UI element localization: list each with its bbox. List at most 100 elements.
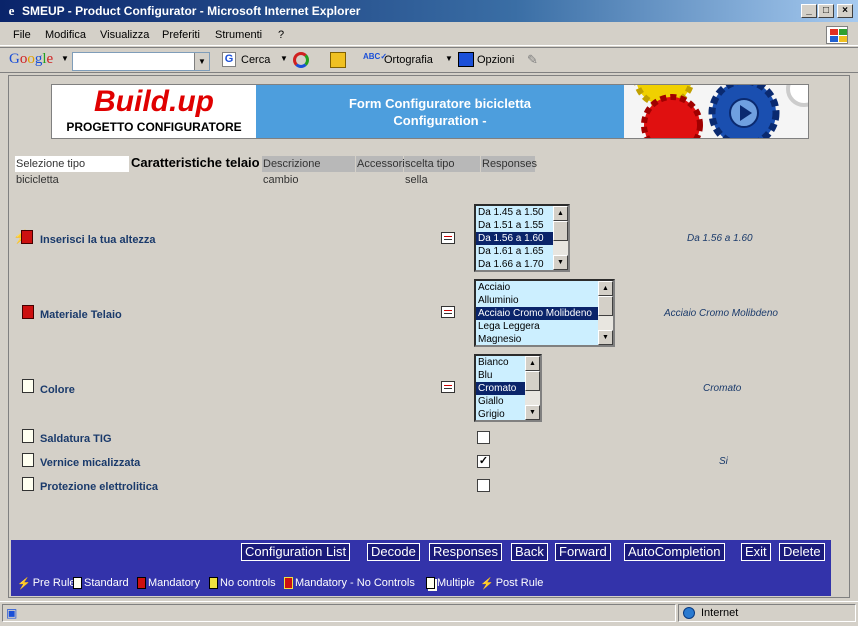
- mandatory-icon: [137, 577, 146, 590]
- legend-pre-rule: ⚡ Pre Rule: [17, 577, 76, 591]
- popup-blocker-icon[interactable]: [330, 52, 346, 68]
- menu-file[interactable]: File: [13, 29, 31, 41]
- standard-icon: [22, 379, 34, 393]
- google-menu-arrow-icon[interactable]: ▼: [61, 54, 69, 63]
- close-button[interactable]: ×: [837, 4, 853, 18]
- buildup-logo: Build.up PROGETTO CONFIGURATORE: [52, 85, 256, 138]
- list-option[interactable]: Magnesio: [476, 333, 613, 345]
- autocompletion-button[interactable]: AutoCompletion: [624, 543, 725, 561]
- search-dropdown-icon[interactable]: ▼: [194, 53, 209, 70]
- selection-list-icon[interactable]: [441, 306, 455, 318]
- list-option-selected[interactable]: Acciaio Cromo Molibdeno: [476, 307, 613, 320]
- ortografia-dropdown-icon[interactable]: ▼: [445, 54, 453, 63]
- altezza-listbox[interactable]: Da 1.45 a 1.50 Da 1.51 a 1.55 Da 1.56 a …: [474, 204, 570, 272]
- scroll-down-icon[interactable]: ▼: [553, 255, 568, 270]
- status-text-panel: ▣: [2, 604, 676, 622]
- no-controls-icon: [209, 577, 218, 590]
- menu-visualizza[interactable]: Visualizza: [100, 29, 149, 41]
- value-vernice: Si: [719, 456, 728, 467]
- field-label-colore: Colore: [40, 384, 75, 396]
- altezza-scrollbar[interactable]: ▲ ▼: [553, 206, 568, 270]
- tab-scelta-tipo-sella[interactable]: scelta tipo sella: [404, 156, 480, 186]
- legend-mandatory-no-controls: Mandatory - No Controls: [284, 577, 415, 590]
- exit-button[interactable]: Exit: [741, 543, 771, 561]
- list-option[interactable]: Acciaio: [476, 281, 613, 294]
- legend-no-controls: No controls: [209, 577, 276, 590]
- scroll-up-icon[interactable]: ▲: [553, 206, 568, 221]
- scroll-down-icon[interactable]: ▼: [525, 405, 540, 420]
- minimize-button[interactable]: _: [801, 4, 817, 18]
- gears-image: [624, 85, 808, 138]
- legend-post-rule: ⚡ Post Rule: [480, 577, 543, 591]
- tab-responses[interactable]: Responses: [481, 156, 537, 172]
- window-title: SMEUP - Product Configurator - Microsoft…: [22, 4, 361, 18]
- field-label-saldatura: Saldatura TIG: [40, 433, 112, 445]
- tab-selezione-tipo-bicicletta[interactable]: Selezione tipo bicicletta: [15, 156, 129, 186]
- scroll-up-icon[interactable]: ▲: [525, 356, 540, 371]
- windows-logo-icon: [826, 26, 848, 44]
- value-materiale: Acciaio Cromo Molibdeno: [664, 308, 778, 319]
- pagerank-icon[interactable]: [293, 52, 309, 68]
- colore-scrollbar[interactable]: ▲ ▼: [525, 356, 540, 420]
- banner-title-line1: Form Configuratore bicicletta: [348, 96, 532, 111]
- legend-label: Standard: [84, 577, 129, 589]
- tab-caratteristiche-telaio[interactable]: Caratteristiche telaio: [130, 155, 262, 171]
- globe-icon: [683, 607, 695, 619]
- legend-label: Mandatory: [148, 577, 200, 589]
- selection-list-icon[interactable]: [441, 381, 455, 393]
- google-search-icon[interactable]: G: [222, 52, 236, 67]
- google-search-input[interactable]: ▼: [72, 52, 210, 71]
- materiale-scrollbar[interactable]: ▲ ▼: [598, 281, 613, 345]
- logo-text: Build.up: [94, 85, 214, 118]
- scroll-thumb[interactable]: [525, 371, 540, 391]
- list-option[interactable]: Lega Leggera: [476, 320, 613, 333]
- configuration-list-button[interactable]: Configuration List: [241, 543, 351, 561]
- google-logo[interactable]: Google: [9, 51, 53, 68]
- protezione-checkbox[interactable]: [477, 479, 490, 492]
- highlight-pen-icon[interactable]: ✎: [527, 52, 538, 68]
- menu-modifica[interactable]: Modifica: [45, 29, 86, 41]
- responses-button[interactable]: Responses: [429, 543, 503, 561]
- materiale-listbox[interactable]: Acciaio Alluminio Acciaio Cromo Molibden…: [474, 279, 615, 347]
- zone-panel: Internet: [678, 604, 856, 622]
- menu-preferiti[interactable]: Preferiti: [162, 29, 200, 41]
- status-bar: ▣ Internet: [0, 601, 858, 623]
- opzioni-button[interactable]: Opzioni: [477, 54, 514, 66]
- tab-accessori[interactable]: Accessori: [356, 156, 405, 172]
- saldatura-checkbox[interactable]: [477, 431, 490, 444]
- scroll-thumb[interactable]: [598, 296, 613, 316]
- maximize-button[interactable]: □: [818, 4, 834, 18]
- forward-button[interactable]: Forward: [555, 543, 611, 561]
- mandatory-icon: [21, 230, 33, 244]
- selection-list-icon[interactable]: [441, 232, 455, 244]
- colore-listbox[interactable]: Bianco Blu Cromato Giallo Grigio ▲ ▼: [474, 354, 542, 422]
- vernice-checkbox[interactable]: ✓: [477, 455, 490, 468]
- legend-mandatory: Mandatory: [137, 577, 200, 590]
- list-option[interactable]: Alluminio: [476, 294, 613, 307]
- standard-icon: [73, 577, 82, 590]
- menu-strumenti[interactable]: Strumenti: [215, 29, 262, 41]
- tab-descrizione-cambio[interactable]: Descrizione cambio: [262, 156, 355, 186]
- cerca-dropdown-icon[interactable]: ▼: [280, 54, 288, 63]
- pre-rule-icon: ⚡: [17, 578, 31, 591]
- back-button[interactable]: Back: [511, 543, 548, 561]
- cerca-button[interactable]: Cerca: [241, 54, 270, 66]
- decode-button[interactable]: Decode: [367, 543, 420, 561]
- delete-button[interactable]: Delete: [779, 543, 825, 561]
- google-toolbar: Google ▼ ▼ G Cerca ▼ ABC✓ Ortografia ▼ O…: [0, 47, 858, 73]
- page-icon: ▣: [6, 606, 18, 620]
- ortografia-button[interactable]: Ortografia: [384, 54, 433, 66]
- field-label-materiale: Materiale Telaio: [40, 309, 122, 321]
- scroll-up-icon[interactable]: ▲: [598, 281, 613, 296]
- action-footer: Configuration List Decode Responses Back…: [11, 540, 831, 596]
- menu-help[interactable]: ?: [278, 29, 284, 41]
- field-label-altezza: Inserisci la tua altezza: [40, 234, 156, 246]
- scroll-thumb[interactable]: [553, 221, 568, 241]
- post-rule-icon: ⚡: [480, 578, 494, 591]
- banner-title: Form Configuratore bicicletta Configurat…: [256, 85, 624, 138]
- legend-label: Pre Rule: [32, 577, 76, 589]
- standard-icon: [22, 453, 34, 467]
- scroll-down-icon[interactable]: ▼: [598, 330, 613, 345]
- menu-bar: File Modifica Visualizza Preferiti Strum…: [0, 24, 858, 46]
- zone-label: Internet: [701, 607, 739, 619]
